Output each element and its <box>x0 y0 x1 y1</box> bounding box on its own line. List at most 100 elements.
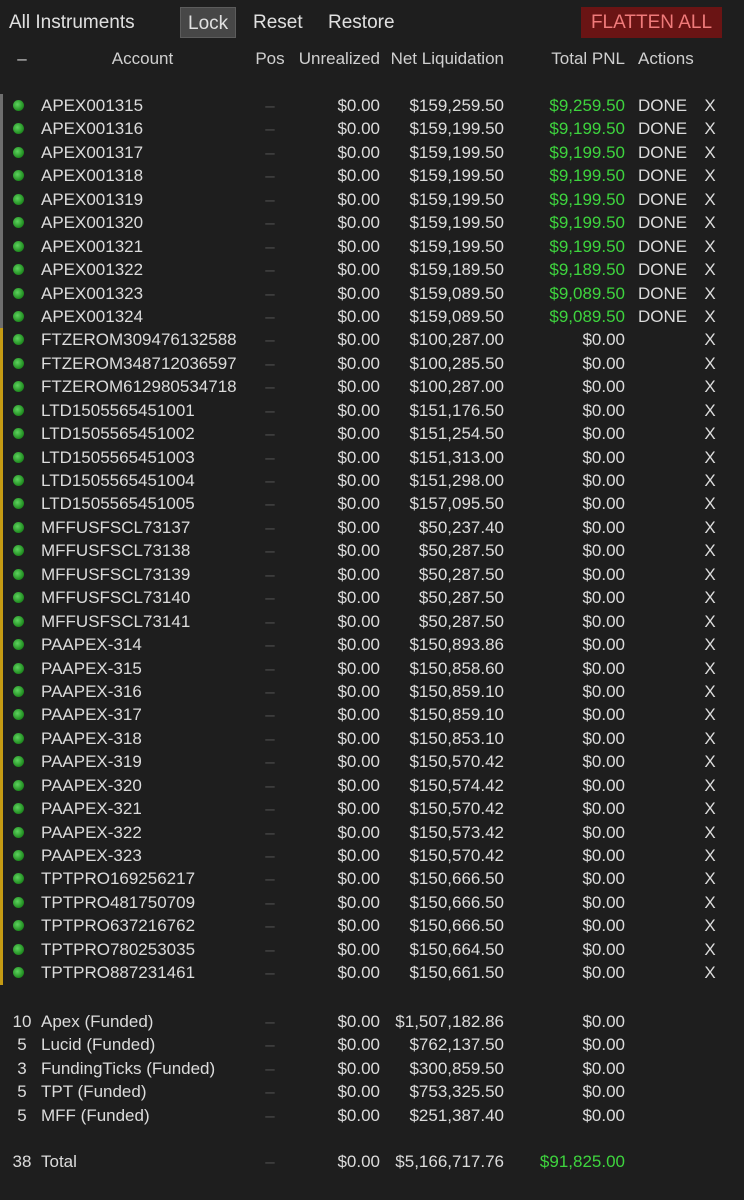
account-name[interactable]: APEX001323 <box>41 282 241 305</box>
account-row[interactable]: PAAPEX-316 – $0.00 $150,859.10 $0.00 X <box>0 679 744 704</box>
account-name[interactable]: MFFUSFSCL73138 <box>41 539 241 562</box>
account-name[interactable]: PAAPEX-316 <box>41 680 241 703</box>
account-row[interactable]: LTD1505565451003 – $0.00 $151,313.00 $0.00 X <box>0 445 744 469</box>
account-row[interactable]: MFFUSFSCL73138 – $0.00 $50,287.50 $0.00 X <box>0 539 744 563</box>
close-icon[interactable]: X <box>700 891 720 914</box>
close-icon[interactable]: X <box>700 821 720 844</box>
account-name[interactable]: APEX001320 <box>41 211 241 234</box>
close-icon[interactable]: X <box>700 305 720 328</box>
account-row[interactable]: APEX001318 – $0.00 $159,199.50 $9,199.50 DONE… <box>0 164 744 188</box>
account-name[interactable]: PAAPEX-315 <box>41 657 241 680</box>
account-row[interactable]: LTD1505565451002 – $0.00 $151,254.50 $0.00 X <box>0 422 744 446</box>
header-total-pnl[interactable]: Total PNL <box>512 49 625 69</box>
close-icon[interactable]: X <box>700 633 720 656</box>
close-icon[interactable]: X <box>700 797 720 820</box>
close-icon[interactable]: X <box>700 141 720 164</box>
account-row[interactable]: APEX001320 – $0.00 $159,199.50 $9,199.50 DONE… <box>0 211 744 235</box>
close-icon[interactable]: X <box>700 586 720 609</box>
account-row[interactable]: TPTPRO169256217 – $0.00 $150,666.50 $0.00 X <box>0 867 744 891</box>
close-icon[interactable]: X <box>700 774 720 797</box>
close-icon[interactable]: X <box>700 94 720 117</box>
account-name[interactable]: LTD1505565451005 <box>41 492 241 515</box>
action-status[interactable]: DONE <box>638 211 698 234</box>
restore-button[interactable]: Restore <box>328 7 395 38</box>
account-row[interactable]: APEX001316 – $0.00 $159,199.50 $9,199.50 DONE… <box>0 117 744 141</box>
close-icon[interactable]: X <box>700 282 720 305</box>
close-icon[interactable]: X <box>700 235 720 258</box>
close-icon[interactable]: X <box>700 117 720 140</box>
close-icon[interactable]: X <box>700 727 720 750</box>
account-name[interactable]: TPTPRO637216762 <box>41 914 241 937</box>
account-row[interactable]: APEX001324 – $0.00 $159,089.50 $9,089.50 DONE… <box>0 304 744 329</box>
account-row[interactable]: TPTPRO887231461 – $0.00 $150,661.50 $0.00 X <box>0 961 744 985</box>
action-status[interactable]: DONE <box>638 164 698 187</box>
account-row[interactable]: MFFUSFSCL73140 – $0.00 $50,287.50 $0.00 X <box>0 586 744 610</box>
account-name[interactable]: MFFUSFSCL73141 <box>41 610 241 633</box>
account-row[interactable]: PAAPEX-321 – $0.00 $150,570.42 $0.00 X <box>0 797 744 821</box>
account-name[interactable]: APEX001324 <box>41 305 241 328</box>
account-name[interactable]: FTZEROM309476132588 <box>41 328 241 351</box>
lock-button[interactable]: Lock <box>180 7 237 38</box>
account-name[interactable]: LTD1505565451004 <box>41 469 241 492</box>
close-icon[interactable]: X <box>700 610 720 633</box>
account-row[interactable]: TPTPRO780253035 – $0.00 $150,664.50 $0.00 X <box>0 937 744 962</box>
close-icon[interactable]: X <box>700 914 720 937</box>
close-icon[interactable]: X <box>700 750 720 773</box>
account-name[interactable]: APEX001316 <box>41 117 241 140</box>
header-unrealized[interactable]: Unrealized <box>290 49 380 69</box>
header-net-liquidation[interactable]: Net Liquidation <box>384 49 504 69</box>
close-icon[interactable]: X <box>700 469 720 492</box>
account-name[interactable]: TPTPRO780253035 <box>41 938 241 961</box>
account-row[interactable]: MFFUSFSCL73141 – $0.00 $50,287.50 $0.00 X <box>0 609 744 634</box>
account-name[interactable]: PAAPEX-323 <box>41 844 241 867</box>
account-name[interactable]: TPTPRO169256217 <box>41 867 241 890</box>
close-icon[interactable]: X <box>700 399 720 422</box>
account-row[interactable]: PAAPEX-323 – $0.00 $150,570.42 $0.00 X <box>0 844 744 868</box>
account-name[interactable]: LTD1505565451001 <box>41 399 241 422</box>
account-row[interactable]: APEX001323 – $0.00 $159,089.50 $9,089.50 DONE… <box>0 281 744 305</box>
account-row[interactable]: PAAPEX-315 – $0.00 $150,858.60 $0.00 X <box>0 656 744 680</box>
account-name[interactable]: PAAPEX-322 <box>41 821 241 844</box>
close-icon[interactable]: X <box>700 422 720 445</box>
account-row[interactable]: PAAPEX-317 – $0.00 $150,859.10 $0.00 X <box>0 703 744 727</box>
account-name[interactable]: APEX001315 <box>41 94 241 117</box>
account-name[interactable]: MFFUSFSCL73137 <box>41 516 241 539</box>
close-icon[interactable]: X <box>700 164 720 187</box>
account-name[interactable]: FTZEROM612980534718 <box>41 375 241 398</box>
close-icon[interactable]: X <box>700 539 720 562</box>
account-row[interactable]: FTZEROM348712036597 – $0.00 $100,285.50 $0.0… <box>0 351 744 376</box>
action-status[interactable]: DONE <box>638 282 698 305</box>
close-icon[interactable]: X <box>700 375 720 398</box>
close-icon[interactable]: X <box>700 961 720 984</box>
reset-button[interactable]: Reset <box>253 7 303 38</box>
action-status[interactable]: DONE <box>638 141 698 164</box>
close-icon[interactable]: X <box>700 680 720 703</box>
account-row[interactable]: APEX001319 – $0.00 $159,199.50 $9,199.50 DONE… <box>0 187 744 212</box>
account-name[interactable]: FTZEROM348712036597 <box>41 352 241 375</box>
close-icon[interactable]: X <box>700 492 720 515</box>
account-name[interactable]: LTD1505565451002 <box>41 422 241 445</box>
account-row[interactable]: LTD1505565451001 – $0.00 $151,176.50 $0.00 X <box>0 398 744 423</box>
account-row[interactable]: PAAPEX-320 – $0.00 $150,574.42 $0.00 X <box>0 773 744 798</box>
action-status[interactable]: DONE <box>638 117 698 140</box>
account-row[interactable]: LTD1505565451005 – $0.00 $157,095.50 $0.00 X <box>0 492 744 516</box>
close-icon[interactable]: X <box>700 703 720 726</box>
close-icon[interactable]: X <box>700 211 720 234</box>
account-row[interactable]: APEX001315 – $0.00 $159,259.50 $9,259.50 DONE… <box>0 94 744 118</box>
account-name[interactable]: APEX001321 <box>41 235 241 258</box>
close-icon[interactable]: X <box>700 188 720 211</box>
account-row[interactable]: PAAPEX-318 – $0.00 $150,853.10 $0.00 X <box>0 726 744 751</box>
action-status[interactable]: DONE <box>638 305 698 328</box>
account-name[interactable]: MFFUSFSCL73139 <box>41 563 241 586</box>
account-row[interactable]: LTD1505565451004 – $0.00 $151,298.00 $0.00 X <box>0 469 744 493</box>
header-account[interactable]: Account <box>41 49 244 69</box>
close-icon[interactable]: X <box>700 516 720 539</box>
close-icon[interactable]: X <box>700 844 720 867</box>
account-name[interactable]: PAAPEX-314 <box>41 633 241 656</box>
account-name[interactable]: MFFUSFSCL73140 <box>41 586 241 609</box>
account-name[interactable]: APEX001319 <box>41 188 241 211</box>
close-icon[interactable]: X <box>700 258 720 281</box>
account-name[interactable]: PAAPEX-321 <box>41 797 241 820</box>
header-pos[interactable]: Pos <box>250 49 290 69</box>
account-row[interactable]: APEX001321 – $0.00 $159,199.50 $9,199.50 DONE… <box>0 234 744 259</box>
